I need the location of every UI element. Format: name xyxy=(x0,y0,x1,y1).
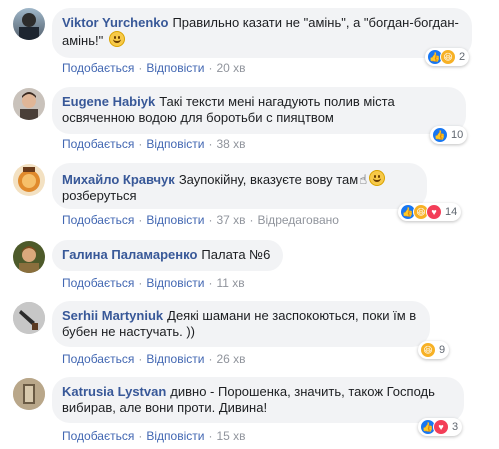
reaction-summary[interactable]: 👍 😆 2 xyxy=(425,48,470,66)
reply-button[interactable]: Відповісти xyxy=(146,61,204,75)
avatar[interactable] xyxy=(13,164,45,196)
comment-author[interactable]: Katrusia Lystvan xyxy=(62,384,166,399)
avatar[interactable] xyxy=(13,302,45,334)
comment-time[interactable]: 26 хв xyxy=(216,352,245,366)
avatar[interactable] xyxy=(13,378,45,410)
reaction-count: 3 xyxy=(452,421,459,433)
comment-author[interactable]: Serhii Martyniuk xyxy=(62,308,163,323)
reaction-count: 9 xyxy=(439,344,446,356)
comment-time[interactable]: 15 хв xyxy=(216,429,245,443)
comment-actions: Подобається · Відповісти · 37 хв · Відредагова… xyxy=(62,213,339,227)
reply-button[interactable]: Відповісти xyxy=(146,137,204,151)
like-icon: 👍 xyxy=(432,127,448,143)
comment-time[interactable]: 37 хв xyxy=(216,213,245,227)
comment-bubble: Галина Паламаренко Палата №6 xyxy=(52,240,283,271)
like-button[interactable]: Подобається xyxy=(62,352,134,366)
love-icon: ♥ xyxy=(433,419,449,435)
grimace-emoji-icon xyxy=(369,170,386,186)
comment-bubble: Михайло Кравчук Заупокійну, вказуєте вову… xyxy=(52,163,427,209)
comment-time[interactable]: 20 хв xyxy=(216,61,245,75)
comment-actions: Подобається · Відповісти · 15 хв xyxy=(62,429,246,443)
avatar[interactable] xyxy=(13,8,45,40)
reaction-summary[interactable]: 👍 10 xyxy=(430,126,468,144)
reaction-count: 2 xyxy=(459,51,466,63)
comment-actions: Подобається · Відповісти · 26 хв xyxy=(62,352,246,366)
comment-author[interactable]: Viktor Yurchenko xyxy=(62,15,168,30)
comment-text: Заупокійну, вказуєте вову там xyxy=(178,172,359,187)
reaction-summary[interactable]: 😆 9 xyxy=(418,341,450,359)
comment-actions: Подобається · Відповісти · 11 хв xyxy=(62,276,245,290)
like-button[interactable]: Подобається xyxy=(62,137,134,151)
comment-bubble: Serhii Martyniuk Деякі шамани не заспокою… xyxy=(52,301,430,347)
like-button[interactable]: Подобається xyxy=(62,276,134,290)
comment-author[interactable]: Галина Паламаренко xyxy=(62,247,197,262)
comment-actions: Подобається · Відповісти · 20 хв xyxy=(62,61,246,75)
reply-button[interactable]: Відповісти xyxy=(146,276,204,290)
avatar[interactable] xyxy=(13,241,45,273)
edited-label[interactable]: Відредаговано xyxy=(258,213,339,227)
comment-author[interactable]: Михайло Кравчук xyxy=(62,172,175,187)
reaction-summary[interactable]: 👍 ♥ 3 xyxy=(418,418,463,436)
haha-icon: 😆 xyxy=(420,342,436,358)
avatar[interactable] xyxy=(13,88,45,120)
haha-icon: 😆 xyxy=(440,49,456,65)
comment-text: Палата №6 xyxy=(201,247,271,262)
reaction-count: 14 xyxy=(445,206,458,218)
reply-button[interactable]: Відповісти xyxy=(146,429,204,443)
comment-time[interactable]: 11 хв xyxy=(216,276,244,290)
reaction-count: 10 xyxy=(451,129,464,141)
reaction-summary[interactable]: 👍 😆 ♥ 14 xyxy=(398,203,462,221)
pointing-hand-emoji-icon: ☝ xyxy=(359,172,368,187)
love-icon: ♥ xyxy=(426,204,442,220)
smile-emoji-icon xyxy=(108,31,125,47)
reply-button[interactable]: Відповісти xyxy=(146,213,204,227)
comment-actions: Подобається · Відповісти · 38 хв xyxy=(62,137,246,151)
like-button[interactable]: Подобається xyxy=(62,61,134,75)
comment-author[interactable]: Eugene Habiyk xyxy=(62,94,155,109)
comment-bubble: Viktor Yurchenko Правильно казати не "амі… xyxy=(52,8,472,58)
like-button[interactable]: Подобається xyxy=(62,429,134,443)
comment-time[interactable]: 38 хв xyxy=(216,137,245,151)
comment-text-continued: розберуться xyxy=(62,188,137,203)
comment-bubble: Eugene Habiyk Такі тексти мені нагадують … xyxy=(52,87,466,134)
like-button[interactable]: Подобається xyxy=(62,213,134,227)
reply-button[interactable]: Відповісти xyxy=(146,352,204,366)
comment-bubble: Katrusia Lystvan дивно - Порошенка, значи… xyxy=(52,377,464,423)
